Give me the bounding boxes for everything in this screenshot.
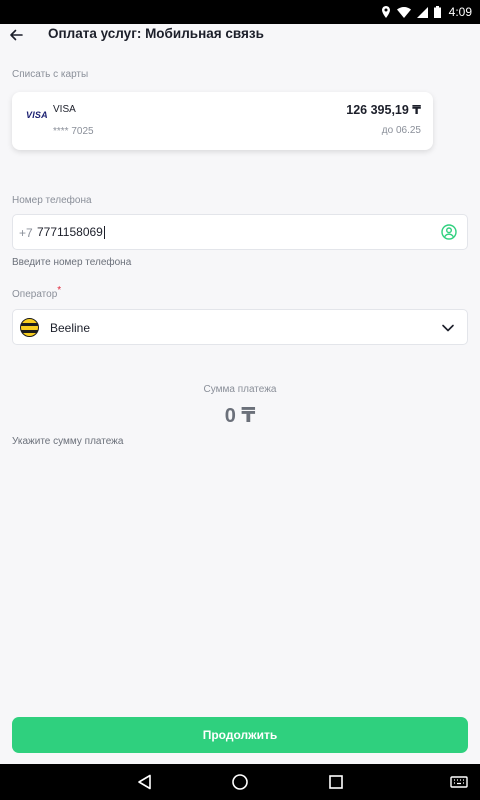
phone-input[interactable]: 7771158069 (37, 226, 105, 239)
card-masked-number: **** 7025 (53, 126, 94, 137)
back-arrow-icon (10, 29, 23, 41)
amount-input[interactable]: 0 ₸ (0, 403, 480, 428)
card-balance: 126 395,19 ₸ (346, 103, 421, 117)
page-title: Оплата услуг: Мобильная связь (48, 26, 264, 41)
phone-hint: Введите номер телефона (12, 257, 132, 268)
phone-field[interactable]: +7 7771158069 (12, 214, 468, 250)
operator-selected-value: Beeline (50, 321, 91, 335)
nav-recents-icon[interactable] (327, 773, 345, 791)
back-button[interactable] (6, 25, 26, 45)
card-section-label: Списать с карты (12, 69, 89, 80)
card-brand: VISA (53, 104, 76, 115)
operator-label-text: Оператор (12, 289, 58, 300)
nav-back-icon[interactable] (136, 773, 154, 791)
payment-card[interactable]: VISA VISA **** 7025 126 395,19 ₸ до 06.2… (12, 92, 433, 150)
amount-hint: Укажите сумму платежа (12, 436, 124, 447)
contact-icon[interactable] (441, 224, 457, 240)
status-bar: 4:09 (0, 0, 480, 24)
operator-section-label: Оператор* (12, 285, 61, 300)
signal-icon (416, 6, 428, 18)
status-time: 4:09 (448, 5, 472, 19)
visa-logo: VISA (26, 110, 48, 120)
wifi-icon (396, 6, 411, 18)
continue-button[interactable]: Продолжить (12, 717, 468, 753)
system-nav-bar (0, 764, 480, 800)
card-expiry: до 06.25 (381, 125, 421, 136)
location-icon (381, 6, 390, 18)
phone-prefix: +7 (19, 226, 33, 240)
amount-label: Сумма платежа (203, 384, 277, 395)
nav-home-icon[interactable] (231, 773, 249, 791)
chevron-down-icon (442, 324, 454, 332)
beeline-logo (20, 318, 39, 337)
operator-select[interactable]: Beeline (12, 309, 468, 345)
battery-icon (433, 6, 441, 18)
phone-section-label: Номер телефона (12, 195, 92, 206)
required-mark: * (57, 285, 62, 296)
keyboard-icon[interactable] (450, 773, 468, 791)
